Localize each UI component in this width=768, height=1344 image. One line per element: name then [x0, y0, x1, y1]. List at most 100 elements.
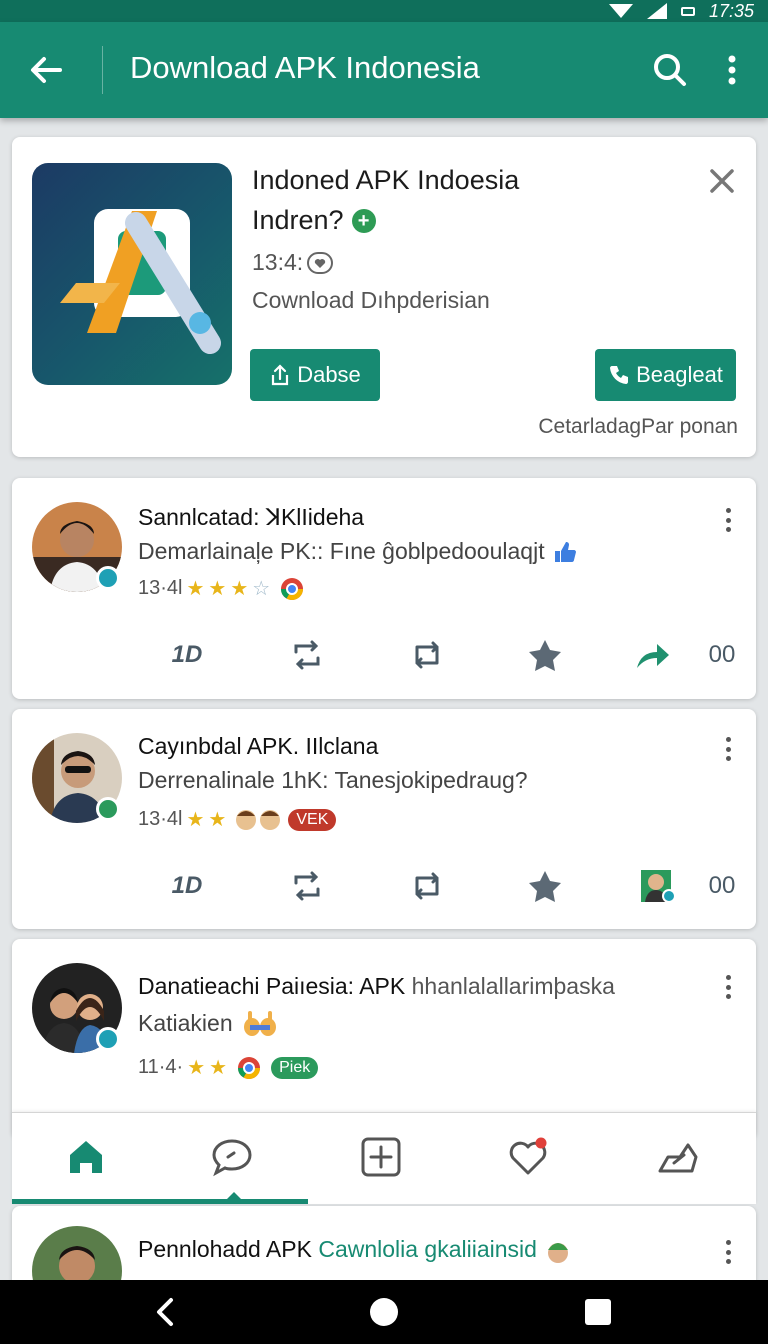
reply-action[interactable]: 1D	[162, 630, 212, 680]
share-action[interactable]	[628, 630, 678, 680]
post-subtitle-text: Katiakien	[138, 1009, 233, 1036]
bunny-sticker-icon	[243, 1011, 276, 1036]
post-title: Pennlohadd APK Cawnlolia gkaliiainsid	[138, 1236, 573, 1266]
beagleat-button[interactable]: Beagleat	[595, 349, 736, 401]
tag-badge: Piek	[271, 1056, 319, 1079]
avatar[interactable]	[32, 733, 122, 823]
post-actions: 1D 00	[12, 861, 756, 911]
back-arrow-icon	[31, 57, 62, 83]
star-icon	[529, 871, 561, 902]
loop-icon	[415, 872, 439, 900]
overflow-menu-button[interactable]	[714, 48, 750, 92]
nav-favorites[interactable]	[504, 1133, 552, 1181]
promo-footer: CetarladagPar ponan	[538, 415, 738, 438]
post-title: Sannlcatad: ꓘKlIideha	[138, 504, 365, 530]
post-subtitle: Katiakien	[138, 1009, 279, 1037]
promo-description: Cownload Dıhpderisian	[252, 287, 490, 313]
star-filled-icon: ★	[208, 809, 227, 831]
repost-action[interactable]	[282, 861, 332, 911]
search-button[interactable]	[648, 48, 692, 92]
app-bar: Download APK Indonesia	[0, 22, 768, 118]
post-menu-button[interactable]	[718, 1236, 738, 1268]
back-button[interactable]	[24, 48, 68, 92]
repost-icon	[294, 871, 320, 901]
nav-share[interactable]	[654, 1133, 702, 1181]
heart-icon	[509, 1137, 547, 1175]
share-icon	[658, 1143, 698, 1173]
repost-icon	[294, 640, 320, 670]
person-sticker-icon	[641, 870, 676, 903]
faces-emoji-icon	[236, 809, 281, 830]
system-home-button[interactable]	[366, 1294, 402, 1330]
avatar[interactable]	[32, 963, 122, 1053]
sticker-icon	[548, 1243, 569, 1263]
star-icon	[529, 640, 561, 671]
add-icon[interactable]: +	[351, 208, 376, 233]
post-menu-button[interactable]	[718, 733, 738, 765]
status-icons: 17:35	[608, 0, 754, 22]
post-subtitle: Demarlainaļe PK:: Fıne ĝoblpedooulaqjt	[138, 538, 577, 565]
battery-icon	[680, 6, 695, 16]
bottom-navigation	[12, 1112, 756, 1204]
star-filled-icon: ★	[230, 578, 249, 600]
post-card[interactable]: Cayınbdal APK. IIlclana Derrenalinale 1h…	[12, 709, 756, 929]
system-recents-button[interactable]	[580, 1294, 616, 1330]
reply-action[interactable]: 1D	[162, 861, 212, 911]
post-title: Cayınbdal APK. IIlclana	[138, 733, 379, 759]
chrome-icon	[281, 577, 304, 600]
loop-action[interactable]	[402, 861, 452, 911]
page-title: Download APK Indonesia	[130, 50, 480, 85]
nav-chat[interactable]	[208, 1133, 256, 1181]
system-back-button[interactable]	[148, 1294, 184, 1330]
nav-home[interactable]	[62, 1133, 110, 1181]
add-box-icon	[361, 1137, 401, 1177]
post-actions: 1D 00	[12, 630, 756, 680]
nav-active-caret	[227, 1192, 241, 1199]
post-subtitle-text: Demarlainaļe PK:: Fıne ĝoblpedooulaqjt	[138, 538, 545, 564]
star-filled-icon: ★	[209, 1057, 228, 1079]
avatar[interactable]	[32, 502, 122, 592]
verified-badge-icon	[96, 797, 120, 821]
dabse-button-label: Dabse	[297, 362, 361, 387]
app-bar-divider	[102, 46, 103, 94]
post-title-tail: hhanlalallarimþaska	[411, 973, 615, 999]
verified-badge-icon	[96, 1027, 120, 1051]
heart-badge-icon	[307, 251, 334, 274]
app-logo	[32, 163, 232, 385]
loop-icon	[415, 641, 439, 669]
star-filled-icon: ★	[208, 578, 227, 600]
chrome-icon	[238, 1056, 261, 1079]
home-circle-icon	[370, 1298, 398, 1326]
back-chevron-icon	[157, 1298, 173, 1326]
post-count: 00	[708, 872, 736, 899]
nav-add[interactable]	[357, 1133, 405, 1181]
post-menu-button[interactable]	[718, 971, 738, 1003]
dabse-button[interactable]: Dabse	[250, 349, 380, 401]
home-icon	[70, 1141, 102, 1173]
chat-icon	[212, 1139, 252, 1177]
more-vert-icon	[728, 55, 736, 85]
repost-action[interactable]	[282, 630, 332, 680]
post-time: 13·4l	[138, 808, 183, 830]
post-card[interactable]: Sannlcatad: ꓘKlIideha Demarlainaļe PK:: …	[12, 478, 756, 699]
status-bar: 17:35	[0, 0, 768, 22]
post-card[interactable]: Danatieachi Paiıesia: APK hhanlalallarim…	[12, 939, 756, 1139]
close-button[interactable]	[706, 165, 738, 197]
promo-card: Indoned APK Indoesia Indren? + 13:4: Cow…	[12, 137, 756, 457]
close-icon	[710, 169, 734, 193]
favorite-action[interactable]	[520, 630, 570, 680]
signal-icon	[646, 3, 667, 19]
post-menu-button[interactable]	[718, 504, 738, 536]
profile-action[interactable]	[632, 861, 682, 911]
post-meta: 13·4l ★ ★ ★ ☆	[138, 576, 304, 601]
wifi-icon	[608, 4, 633, 18]
promo-time: 13:4:	[252, 249, 334, 276]
nav-active-indicator	[12, 1199, 308, 1204]
promo-title: Indoned APK Indoesia	[252, 165, 520, 195]
star-filled-icon: ★	[187, 1057, 206, 1079]
loop-action[interactable]	[402, 630, 452, 680]
post-meta: 11·4· ★ ★ Piek	[138, 1055, 319, 1080]
post-title-text: Pennlohadd APK	[138, 1236, 312, 1263]
favorite-action[interactable]	[520, 861, 570, 911]
post-subtitle: Derrenalinale 1hK: Tanesjokipedraug?	[138, 767, 528, 794]
